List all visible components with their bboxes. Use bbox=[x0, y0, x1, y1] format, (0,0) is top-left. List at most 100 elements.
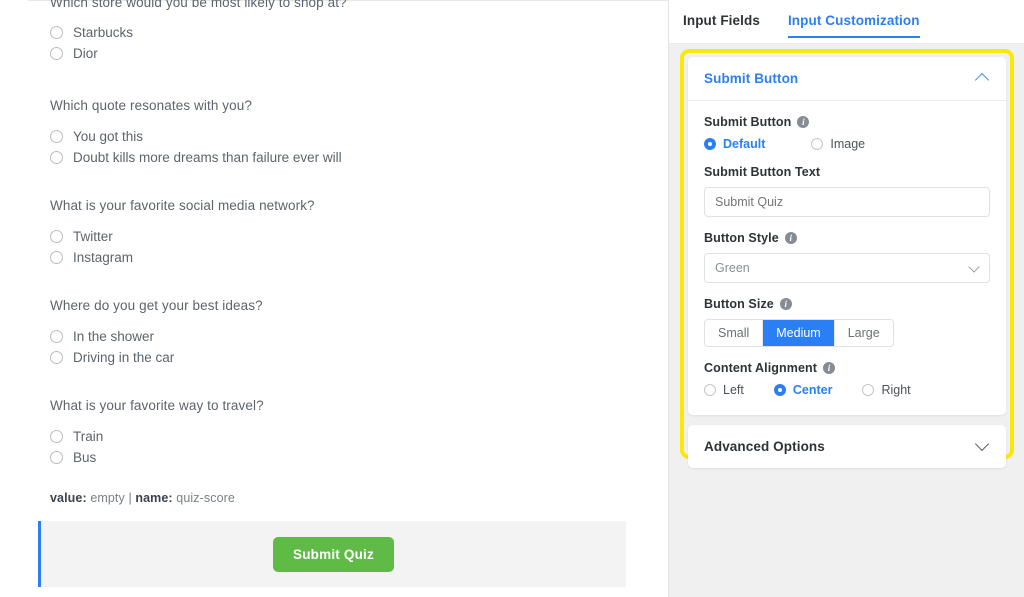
tab-input-fields[interactable]: Input Fields bbox=[683, 13, 760, 38]
field-label-text: Button Size bbox=[704, 297, 774, 311]
radio-icon[interactable] bbox=[50, 47, 63, 60]
question-block: What is your favorite social media netwo… bbox=[50, 197, 668, 267]
option-label: Driving in the car bbox=[73, 350, 174, 365]
option-label: In the shower bbox=[73, 329, 154, 344]
button-size-small[interactable]: Small bbox=[705, 320, 763, 346]
radio-icon[interactable] bbox=[50, 451, 63, 464]
radio-icon[interactable] bbox=[862, 384, 874, 396]
alignment-left[interactable]: Left bbox=[704, 383, 744, 397]
radio-icon[interactable] bbox=[774, 384, 786, 396]
info-icon[interactable]: i bbox=[785, 232, 797, 244]
info-icon[interactable]: i bbox=[823, 362, 835, 374]
radio-icon[interactable] bbox=[50, 26, 63, 39]
field-label: Submit Button Text bbox=[704, 165, 990, 179]
radio-icon[interactable] bbox=[704, 384, 716, 396]
radio-icon[interactable] bbox=[50, 351, 63, 364]
option-list: Twitter Instagram bbox=[50, 226, 668, 267]
submit-button-section: Submit Quiz bbox=[38, 521, 626, 587]
submit-button-card: Submit Button Submit Button i Def bbox=[688, 57, 1006, 415]
field-label: Submit Button i bbox=[704, 115, 990, 129]
radio-option[interactable]: Twitter bbox=[50, 226, 668, 246]
app-root: Which store would you be most likely to … bbox=[0, 0, 1024, 597]
alignment-right[interactable]: Right bbox=[862, 383, 910, 397]
option-list: You got this Doubt kills more dreams tha… bbox=[50, 126, 668, 167]
meta-value-text: empty bbox=[90, 491, 125, 505]
radio-option[interactable]: Driving in the car bbox=[50, 347, 668, 367]
radio-option[interactable]: Starbucks bbox=[50, 22, 668, 42]
button-size-medium[interactable]: Medium bbox=[763, 320, 834, 346]
question-title: What is your favorite social media netwo… bbox=[50, 197, 668, 214]
submit-button-card-header[interactable]: Submit Button bbox=[688, 57, 1006, 100]
option-label: You got this bbox=[73, 129, 143, 144]
radio-icon[interactable] bbox=[50, 330, 63, 343]
radio-icon[interactable] bbox=[50, 230, 63, 243]
tab-input-customization[interactable]: Input Customization bbox=[788, 13, 920, 38]
option-label: Doubt kills more dreams than failure eve… bbox=[73, 150, 342, 165]
field-label-text: Button Style bbox=[704, 231, 779, 245]
option-list: Starbucks Dior bbox=[50, 22, 668, 63]
option-list: Train Bus bbox=[50, 426, 668, 467]
option-label: Twitter bbox=[73, 229, 113, 244]
form-preview: Which store would you be most likely to … bbox=[0, 0, 668, 597]
radio-option[interactable]: Dior bbox=[50, 43, 668, 63]
field-label-text: Submit Button bbox=[704, 115, 791, 129]
radio-icon[interactable] bbox=[811, 138, 823, 150]
submit-button-type-radio-group: Default Image bbox=[704, 137, 990, 151]
advanced-options-title: Advanced Options bbox=[704, 439, 825, 454]
field-button-size: Button Size i Small Medium Large bbox=[704, 297, 990, 347]
chevron-down-icon[interactable] bbox=[970, 264, 979, 273]
submit-button-text-input[interactable] bbox=[704, 187, 990, 217]
field-label: Button Size i bbox=[704, 297, 990, 311]
submit-quiz-button[interactable]: Submit Quiz bbox=[273, 537, 394, 572]
option-label: Instagram bbox=[73, 250, 133, 265]
field-label-text: Content Alignment bbox=[704, 361, 817, 375]
radio-icon[interactable] bbox=[50, 430, 63, 443]
meta-name-text: quiz-score bbox=[176, 491, 235, 505]
radio-option[interactable]: In the shower bbox=[50, 326, 668, 346]
chevron-down-icon[interactable] bbox=[976, 442, 990, 451]
question-block: Which quote resonates with you? You got … bbox=[50, 97, 668, 167]
radio-image[interactable]: Image bbox=[811, 137, 865, 151]
info-icon[interactable]: i bbox=[780, 298, 792, 310]
radio-option[interactable]: Doubt kills more dreams than failure eve… bbox=[50, 147, 668, 167]
alignment-center[interactable]: Center bbox=[774, 383, 833, 397]
advanced-options-card: Advanced Options bbox=[688, 425, 1006, 468]
option-label: Bus bbox=[73, 450, 96, 465]
field-submit-button-type: Submit Button i Default Image bbox=[704, 115, 990, 151]
question-title: Which store would you be most likely to … bbox=[50, 0, 347, 11]
radio-label: Image bbox=[830, 137, 865, 151]
question-block: Where do you get your best ideas? In the… bbox=[50, 297, 668, 367]
radio-default[interactable]: Default bbox=[704, 137, 765, 151]
button-style-select[interactable]: Green bbox=[704, 253, 990, 283]
field-button-style: Button Style i Green bbox=[704, 231, 990, 283]
question-block: Which store would you be most likely to … bbox=[50, 22, 668, 63]
field-content-alignment: Content Alignment i Left Center bbox=[704, 361, 990, 397]
highlight-box: Submit Button Submit Button i Def bbox=[680, 49, 1014, 459]
field-label: Button Style i bbox=[704, 231, 990, 245]
radio-icon[interactable] bbox=[50, 251, 63, 264]
radio-option[interactable]: You got this bbox=[50, 126, 668, 146]
submit-button-card-body: Submit Button i Default Image bbox=[688, 100, 1006, 415]
chevron-up-icon[interactable] bbox=[976, 74, 990, 83]
option-list: In the shower Driving in the car bbox=[50, 326, 668, 367]
field-label-text: Submit Button Text bbox=[704, 165, 820, 179]
radio-option[interactable]: Train bbox=[50, 426, 668, 446]
radio-label: Center bbox=[793, 383, 833, 397]
radio-option[interactable]: Instagram bbox=[50, 247, 668, 267]
content-alignment-radio-group: Left Center Right bbox=[704, 383, 990, 397]
radio-option[interactable]: Bus bbox=[50, 447, 668, 467]
meta-value-key: value: bbox=[50, 491, 87, 505]
meta-name-key: name: bbox=[135, 491, 172, 505]
radio-icon[interactable] bbox=[50, 151, 63, 164]
info-icon[interactable]: i bbox=[797, 116, 809, 128]
advanced-options-card-header[interactable]: Advanced Options bbox=[688, 425, 1006, 468]
button-size-large[interactable]: Large bbox=[835, 320, 893, 346]
meta-separator: | bbox=[128, 491, 131, 505]
radio-icon[interactable] bbox=[704, 138, 716, 150]
button-style-value: Green bbox=[715, 261, 750, 275]
radio-label: Default bbox=[723, 137, 765, 151]
question-title: What is your favorite way to travel? bbox=[50, 397, 668, 414]
card-gap bbox=[688, 415, 1006, 425]
option-label: Starbucks bbox=[73, 25, 133, 40]
radio-icon[interactable] bbox=[50, 130, 63, 143]
